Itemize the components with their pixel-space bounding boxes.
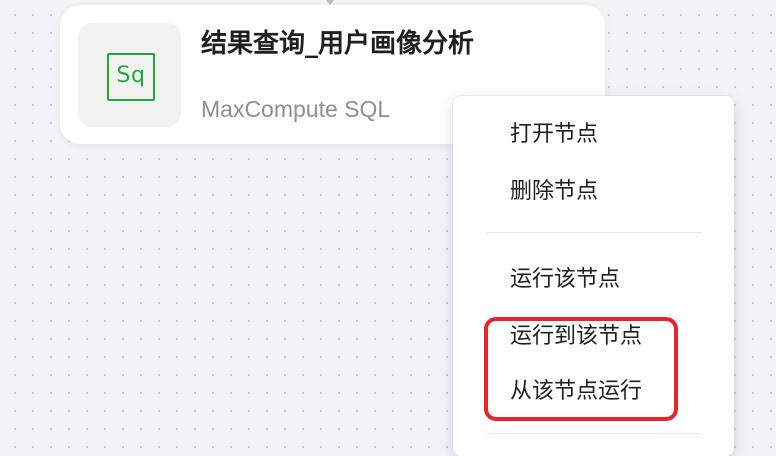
node-title: 结果查询_用户画像分析 [201, 29, 475, 59]
menu-divider [486, 433, 702, 434]
menu-item-delete-node[interactable]: 删除节点 [510, 178, 598, 206]
node-context-menu: 打开节点 删除节点 运行该节点 运行到该节点 从该节点运行 [453, 96, 734, 456]
sql-icon: Sq [107, 53, 155, 101]
node-icon-container: Sq [78, 23, 181, 127]
workflow-canvas[interactable]: Sq 结果查询_用户画像分析 MaxCompute SQL 打开节点 删除节点 … [0, 0, 776, 456]
menu-item-run-to-this-node[interactable]: 运行到该节点 [510, 323, 642, 351]
menu-divider [486, 232, 702, 233]
menu-item-open-node[interactable]: 打开节点 [510, 121, 598, 149]
menu-item-run-this-node[interactable]: 运行该节点 [510, 266, 620, 294]
menu-item-run-from-this-node[interactable]: 从该节点运行 [510, 378, 642, 406]
node-type-label: MaxCompute SQL [201, 96, 391, 122]
